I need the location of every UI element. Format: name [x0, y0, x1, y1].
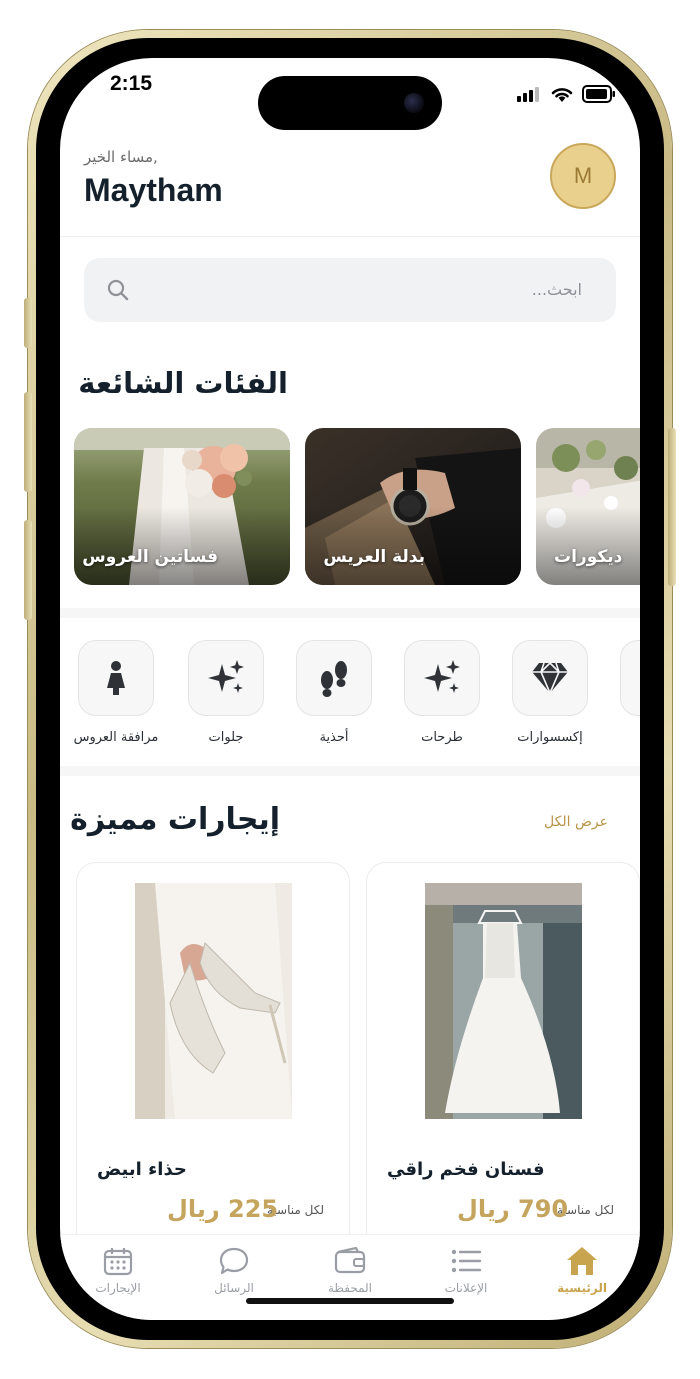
battery-icon: [582, 85, 615, 103]
bottom-tab-bar: الإيجارات الرسائل المحفظة الإعلانات الرئ…: [60, 1234, 640, 1320]
categories-title: الفئات الشائعة: [78, 366, 288, 400]
search-placeholder: ابحث...: [531, 280, 582, 299]
home-indicator: [246, 1298, 454, 1304]
tab-label: الإعلانات: [444, 1281, 488, 1295]
quick-link-box: [296, 640, 372, 716]
home-icon: [567, 1247, 597, 1275]
view-all-link[interactable]: عرض الكل: [544, 814, 608, 830]
tab-wallet[interactable]: المحفظة: [292, 1245, 408, 1305]
product-image: [425, 883, 582, 1119]
quick-link-box: [512, 640, 588, 716]
quick-link-veils[interactable]: طرحات: [392, 640, 492, 750]
avatar[interactable]: M: [550, 143, 616, 209]
tab-rentals[interactable]: الإيجارات: [60, 1245, 176, 1305]
quick-link-box: [188, 640, 264, 716]
app-screen: 2:15 مساء الخير, Maytham M ابحث... الفئا…: [60, 58, 640, 1320]
tab-label: المحفظة: [327, 1281, 373, 1295]
product-price: 225 ريال: [167, 1195, 279, 1223]
quick-link-label: طرحات: [421, 730, 463, 745]
category-label: فساتين العروس: [82, 547, 218, 567]
product-card-white-shoes[interactable]: حذاء ابيض لكل مناسبة 225 ريال: [76, 862, 350, 1294]
quick-link-jalwat[interactable]: جلوات: [176, 640, 276, 750]
sparkles-icon: [424, 660, 460, 693]
featured-title: إيجارات مميزة: [70, 802, 280, 837]
sparkles-icon: [208, 660, 244, 693]
white-heels-photo: [135, 883, 292, 1119]
action-button: [24, 298, 32, 348]
dynamic-island: [258, 76, 442, 130]
user-name: Maytham: [84, 172, 223, 208]
category-card-bridal-dresses[interactable]: فساتين العروس: [74, 428, 290, 585]
status-time: 2:15: [110, 72, 153, 95]
power-button: [668, 428, 676, 586]
quick-link-box: [404, 640, 480, 716]
chat-icon: [219, 1247, 249, 1275]
quick-link-accessories[interactable]: إكسسوارات: [500, 640, 600, 750]
person-dress-icon: [107, 661, 125, 695]
tab-label: الرئيسية: [557, 1281, 607, 1295]
section-divider: [60, 766, 640, 776]
category-card-decorations[interactable]: ديكورات: [536, 428, 640, 585]
status-icons: [516, 84, 616, 104]
diamond-icon: [532, 661, 568, 695]
signal-icon: [517, 87, 539, 102]
category-label: ديكورات: [554, 547, 623, 567]
category-label: بدلة العريس: [323, 547, 425, 567]
product-image: [135, 883, 292, 1119]
calendar-icon: [103, 1248, 133, 1276]
camera-icon: [404, 93, 424, 113]
product-price: 790 ريال: [457, 1195, 569, 1223]
product-card-luxury-dress[interactable]: فستان فخم راقي لكل مناسبة 790 ريال: [366, 862, 640, 1294]
volume-down-button: [24, 520, 32, 620]
tab-label: الرسائل: [214, 1281, 254, 1295]
footprints-icon: [321, 661, 347, 697]
quick-link-label: أحذية: [319, 730, 349, 745]
search-icon: [107, 279, 129, 301]
quick-link-label: مرافقة العروس: [73, 730, 159, 745]
wifi-icon: [551, 88, 573, 102]
volume-up-button: [24, 392, 32, 492]
app-header: مساء الخير, Maytham M: [60, 128, 640, 237]
wedding-dress-photo: [425, 883, 582, 1119]
tab-ads[interactable]: الإعلانات: [408, 1245, 524, 1305]
tab-home[interactable]: الرئيسية: [524, 1245, 640, 1305]
tab-messages[interactable]: الرسائل: [176, 1245, 292, 1305]
product-name: فستان فخم راقي: [387, 1159, 545, 1180]
wallet-icon: [334, 1247, 366, 1274]
quick-link-partial[interactable]: [608, 640, 640, 750]
quick-link-label: جلوات: [208, 730, 244, 745]
category-card-groom-suit[interactable]: بدلة العريس: [305, 428, 521, 585]
quick-link-label: إكسسوارات: [517, 730, 583, 745]
quick-link-box: [78, 640, 154, 716]
tab-label: الإيجارات: [95, 1281, 141, 1295]
quick-link-box: [620, 640, 640, 716]
quick-link-bride-companion[interactable]: مرافقة العروس: [66, 640, 166, 750]
quick-link-shoes[interactable]: أحذية: [284, 640, 384, 750]
search-input[interactable]: ابحث...: [84, 258, 616, 322]
section-divider: [60, 608, 640, 618]
greeting-text: مساء الخير,: [84, 148, 158, 166]
list-icon: [451, 1249, 482, 1273]
product-name: حذاء ابيض: [97, 1159, 187, 1180]
